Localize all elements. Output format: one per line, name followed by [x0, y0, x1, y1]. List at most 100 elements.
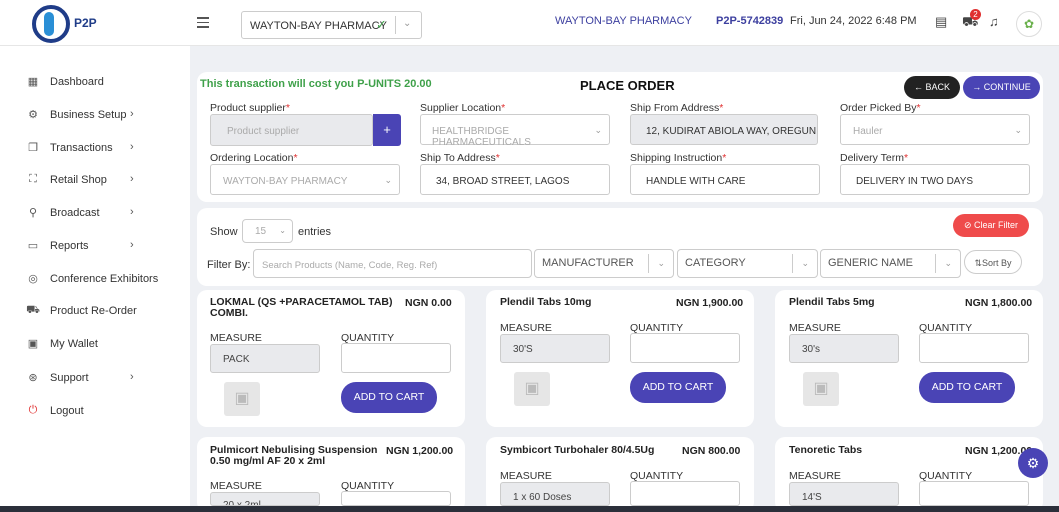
order-picked-by-select[interactable]: Hauler ⌄ [840, 114, 1030, 145]
quantity-input[interactable] [341, 491, 451, 506]
measure-field: PACK [210, 344, 320, 373]
document-icon[interactable]: ▤ [935, 14, 947, 30]
measure-label: MEASURE [500, 322, 552, 334]
sidebar-item-support[interactable]: ⊛ Support › [26, 368, 186, 388]
product-name: Symbicort Turbohaler 80/4.5Ug [500, 444, 655, 456]
chevron-down-icon[interactable]: ⌄ [403, 18, 411, 29]
quantity-input[interactable] [919, 333, 1029, 363]
show-label: Show [210, 226, 238, 238]
logo-text: P2P [74, 16, 97, 30]
add-to-cart-button[interactable]: ADD TO CART [630, 372, 726, 403]
add-to-cart-button[interactable]: ADD TO CART [919, 372, 1015, 403]
sidebar-item-transactions[interactable]: ❐ Transactions › [26, 138, 186, 158]
sidebar-item-dashboard[interactable]: ▦ Dashboard [26, 72, 186, 92]
power-icon: ⏻ [28, 404, 38, 416]
sidebar-item-retail-shop[interactable]: ⛶ Retail Shop › [26, 170, 186, 190]
sidebar-item-my-wallet[interactable]: ▣ My Wallet [26, 334, 186, 354]
quantity-input[interactable] [630, 481, 740, 506]
ordering-location-select[interactable]: WAYTON-BAY PHARMACY ⌄ [210, 164, 400, 195]
ship-to-field[interactable]: 34, BROAD STREET, LAGOS [420, 164, 610, 195]
chevron-right-icon: › [130, 108, 134, 120]
product-image-icon: ▣ [224, 382, 260, 416]
sidebar-item-product-reorder[interactable]: ⛟ Product Re-Order [26, 301, 186, 321]
continue-button-label: CONTINUE [983, 82, 1031, 92]
quantity-input[interactable] [919, 481, 1029, 506]
add-supplier-button[interactable]: + [373, 114, 401, 146]
menu-toggle-icon[interactable] [197, 17, 209, 31]
sort-by-button[interactable]: ⇅Sort By [964, 250, 1022, 274]
continue-button[interactable]: → CONTINUE [963, 76, 1040, 99]
sidebar-item-label: Conference Exhibitors [50, 273, 159, 285]
measure-field: 14'S [789, 482, 899, 506]
lifebuoy-icon: ⊛ [28, 372, 38, 384]
delivery-term-field[interactable]: DELIVERY IN TWO DAYS [840, 164, 1030, 195]
mic-icon: ⚲ [28, 207, 38, 219]
logo-mark [32, 5, 70, 43]
measure-label: MEASURE [789, 470, 841, 482]
clear-filter-label: Clear Filter [974, 220, 1019, 230]
add-to-cart-button[interactable]: ADD TO CART [341, 382, 437, 413]
sidebar-item-business-setup[interactable]: ⚙ Business Setup › [26, 105, 186, 125]
category-select[interactable]: CATEGORY ⌄ [677, 249, 818, 278]
product-price: NGN 800.00 [682, 445, 741, 457]
ship-to-label: Ship To Address* [420, 152, 500, 164]
account-code: P2P-5742839 [716, 15, 784, 27]
quantity-input[interactable] [341, 343, 451, 373]
sidebar-item-label: Dashboard [50, 76, 104, 88]
pharmacy-select-value: WAYTON-BAY PHARMACY [250, 20, 387, 32]
sidebar-item-label: Transactions [50, 142, 113, 154]
product-price: NGN 1,900.00 [676, 297, 744, 309]
chevron-right-icon: › [130, 206, 134, 218]
measure-field: 20 x 2ml [210, 492, 320, 506]
sidebar-item-label: Logout [50, 405, 84, 417]
pharmacy-select[interactable]: WAYTON-BAY PHARMACY ✓ ⌄ [241, 11, 422, 39]
page-title: PLACE ORDER [580, 78, 675, 93]
product-search-input[interactable]: Search Products (Name, Code, Reg. Ref) [253, 249, 532, 278]
product-price: NGN 1,800.00 [965, 297, 1033, 309]
transaction-cost-text: This transaction will cost you P-UNITS 2… [200, 78, 432, 90]
product-supplier-label: Product supplier* [210, 102, 290, 114]
clear-filter-button[interactable]: ⊘ Clear Filter [953, 214, 1029, 237]
chevron-right-icon: › [130, 173, 134, 185]
product-image-icon: ▣ [514, 372, 550, 406]
sidebar-item-logout[interactable]: ⏻ Logout [26, 401, 186, 421]
chevron-right-icon: › [130, 141, 134, 153]
app-logo[interactable]: P2P [32, 5, 102, 43]
sidebar-item-broadcast[interactable]: ⚲ Broadcast › [26, 203, 186, 223]
quantity-input[interactable] [630, 333, 740, 363]
select-divider [395, 16, 396, 34]
target-icon: ◎ [28, 273, 38, 285]
wallet-icon: ▣ [27, 338, 39, 350]
generic-name-select[interactable]: GENERIC NAME ⌄ [820, 249, 961, 278]
sidebar-item-conference-exhibitors[interactable]: ◎ Conference Exhibitors [26, 269, 186, 289]
entries-label: entries [298, 226, 332, 238]
product-price: NGN 0.00 [405, 297, 452, 309]
product-price: NGN 1,200.00 [386, 445, 454, 457]
product-name: Tenoretic Tabs [789, 444, 863, 456]
sidebar-item-reports[interactable]: ▭ Reports › [26, 236, 186, 256]
sidebar-item-label: Retail Shop [50, 174, 107, 186]
ship-from-field[interactable]: 12, KUDIRAT ABIOLA WAY, OREGUN [630, 114, 818, 145]
chevron-right-icon: › [130, 239, 134, 251]
back-button[interactable]: ← BACK [904, 76, 960, 99]
sidebar: ▦ Dashboard ⚙ Business Setup › ❐ Transac… [0, 46, 190, 512]
top-header: P2P WAYTON-BAY PHARMACY ✓ ⌄ WAYTON-BAY P… [0, 0, 1059, 46]
settings-fab-gear-icon[interactable]: ⚙ [1018, 448, 1048, 478]
bottom-bar [0, 506, 1059, 512]
product-supplier-field[interactable]: Product supplier [210, 114, 373, 146]
grid-icon: ▦ [27, 76, 39, 88]
ordering-location-label: Ordering Location* [210, 152, 298, 164]
cart-count-badge: 2 [970, 9, 981, 20]
product-name: LOKMAL (QS +PARACETAMOL TAB) COMBI. [210, 296, 393, 319]
header-datetime: Fri, Jun 24, 2022 6:48 PM [790, 15, 917, 27]
measure-field: 30'S [500, 334, 610, 363]
supplier-location-select[interactable]: HEALTHBRIDGE PHARMACEUTICALS ⌄ [420, 114, 610, 148]
avatar[interactable]: ✿ [1016, 11, 1042, 37]
manufacturer-select[interactable]: MANUFACTURER ⌄ [534, 249, 674, 278]
bell-icon[interactable]: ♫ [989, 14, 999, 29]
cart-icon: ⛟ [26, 304, 40, 316]
sort-by-label: Sort By [982, 258, 1012, 268]
sidebar-item-label: My Wallet [50, 338, 98, 350]
shipping-instruction-field[interactable]: HANDLE WITH CARE [630, 164, 820, 195]
entries-select[interactable]: 15 ⌄ [242, 219, 293, 243]
